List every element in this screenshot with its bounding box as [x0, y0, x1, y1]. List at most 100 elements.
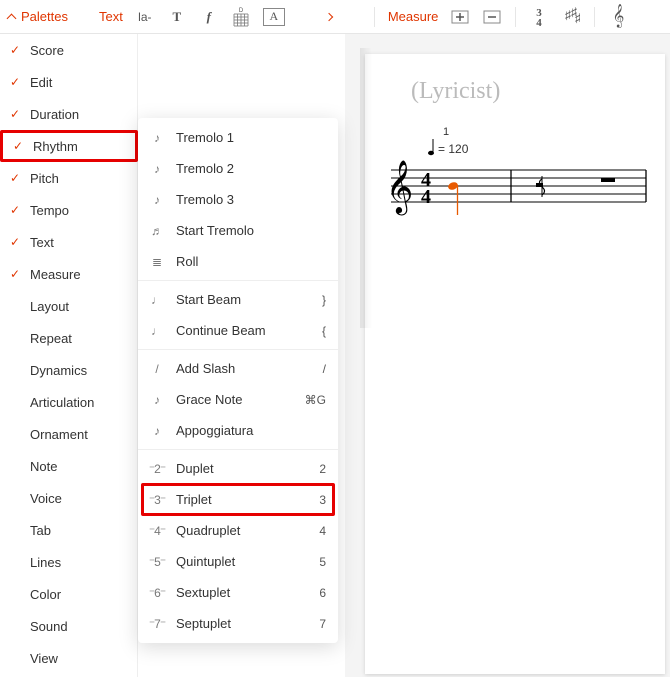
- sidebar-item-rhythm[interactable]: ✓Rhythm: [0, 130, 138, 162]
- submenu-item-tremolo-2[interactable]: ♪Tremolo 2: [138, 153, 338, 184]
- whole-rest: [601, 178, 615, 182]
- sidebar-item-layout[interactable]: Layout: [0, 290, 138, 322]
- submenu-item-label: Roll: [176, 254, 198, 269]
- tremolo-1-icon: ♪: [148, 129, 166, 147]
- score-page: (Lyricist) 1 = 120 𝄞 4 4: [365, 54, 665, 674]
- duplet-icon: ⁻2⁻: [148, 460, 166, 478]
- submenu-item-label: Tremolo 1: [176, 130, 234, 145]
- check-icon: ✓: [10, 107, 20, 121]
- shortcut-label: 2: [319, 462, 326, 476]
- staff[interactable]: 1 = 120 𝄞 4 4: [381, 115, 651, 235]
- sidebar-item-measure[interactable]: ✓Measure: [0, 258, 138, 290]
- check-icon: ✓: [10, 235, 20, 249]
- sidebar-item-text[interactable]: ✓Text: [0, 226, 138, 258]
- submenu-item-grace-note[interactable]: ♪Grace Note⌘G: [138, 384, 338, 415]
- submenu-item-label: Grace Note: [176, 392, 242, 407]
- submenu-item-roll[interactable]: ≣Roll: [138, 246, 338, 277]
- shortcut-label: ⌘G: [305, 393, 326, 407]
- sidebar-item-label: Tab: [30, 523, 51, 538]
- sidebar-item-label: Voice: [30, 491, 62, 506]
- submenu-item-tremolo-3[interactable]: ♪Tremolo 3: [138, 184, 338, 215]
- sidebar-item-view[interactable]: View: [0, 642, 138, 674]
- lyricist-placeholder[interactable]: (Lyricist): [411, 78, 649, 105]
- submenu-item-septuplet[interactable]: ⁻7⁻Septuplet7: [138, 608, 338, 639]
- shortcut-label: 5: [319, 555, 326, 569]
- sidebar-item-sound[interactable]: Sound: [0, 610, 138, 642]
- clef-button[interactable]: 𝄞: [605, 5, 631, 29]
- text-frame-button[interactable]: A: [260, 5, 288, 29]
- submenu-item-label: Triplet: [176, 492, 212, 507]
- time-signature-button[interactable]: 34: [526, 5, 552, 29]
- sidebar-item-label: Repeat: [30, 331, 72, 346]
- sidebar-item-label: Dynamics: [30, 363, 87, 378]
- chevron-up-icon: [7, 14, 17, 24]
- submenu-item-start-tremolo[interactable]: ♬Start Tremolo: [138, 215, 338, 246]
- septuplet-icon: ⁻7⁻: [148, 615, 166, 633]
- sidebar-item-articulation[interactable]: Articulation: [0, 386, 138, 418]
- sidebar-item-score[interactable]: ✓Score: [0, 34, 138, 66]
- submenu-item-quintuplet[interactable]: ⁻5⁻Quintuplet5: [138, 546, 338, 577]
- sidebar-item-lines[interactable]: Lines: [0, 546, 138, 578]
- key-signature-button[interactable]: ♯♯♯: [558, 5, 584, 29]
- dynamic-text-button[interactable]: f: [196, 5, 222, 29]
- treble-clef-icon: 𝄞: [386, 160, 413, 215]
- sidebar-item-label: Tempo: [30, 203, 69, 218]
- submenu-item-continue-beam[interactable]: ♩Continue Beam{: [138, 315, 338, 346]
- sidebar-item-dynamics[interactable]: Dynamics: [0, 354, 138, 386]
- selected-note[interactable]: [447, 181, 459, 215]
- submenu-item-sextuplet[interactable]: ⁻6⁻Sextuplet6: [138, 577, 338, 608]
- more-text-button[interactable]: [316, 5, 342, 29]
- submenu-item-start-beam[interactable]: ♩Start Beam}: [138, 284, 338, 315]
- remove-measure-button[interactable]: [479, 5, 505, 29]
- sidebar-item-label: View: [30, 651, 58, 666]
- toolbar: Palettes Text la- T f D A Measure 34: [0, 0, 670, 34]
- sidebar-item-tab[interactable]: Tab: [0, 514, 138, 546]
- sidebar-item-label: Sound: [30, 619, 68, 634]
- text-mode-button[interactable]: Text: [96, 5, 126, 29]
- sidebar-item-label: Note: [30, 459, 57, 474]
- sidebar-item-pitch[interactable]: ✓Pitch: [0, 162, 138, 194]
- svg-text:D: D: [239, 8, 244, 14]
- chevron-right-icon: [325, 12, 333, 20]
- shortcut-label: 3: [319, 493, 326, 507]
- add-slash-icon: /: [148, 360, 166, 378]
- submenu-item-label: Continue Beam: [176, 323, 266, 338]
- sextuplet-icon: ⁻6⁻: [148, 584, 166, 602]
- submenu-item-quadruplet[interactable]: ⁻4⁻Quadruplet4: [138, 515, 338, 546]
- submenu-item-label: Start Tremolo: [176, 223, 254, 238]
- submenu-divider: [138, 349, 338, 350]
- submenu-divider: [138, 449, 338, 450]
- palettes-toggle[interactable]: Palettes: [8, 9, 68, 24]
- submenu-item-appoggiatura[interactable]: ♪Appoggiatura: [138, 415, 338, 446]
- submenu-item-duplet[interactable]: ⁻2⁻ Duplet 2: [138, 453, 338, 484]
- timesig-bottom: 4: [421, 186, 431, 208]
- submenu-item-label: Duplet: [176, 461, 214, 476]
- submenu-item-tremolo-1[interactable]: ♪ Tremolo 1: [138, 122, 338, 153]
- lyrics-button[interactable]: la-: [132, 5, 158, 29]
- submenu-item-triplet[interactable]: ⁻3⁻Triplet3: [138, 484, 338, 515]
- sidebar-item-voice[interactable]: Voice: [0, 482, 138, 514]
- staff-text-button[interactable]: T: [164, 5, 190, 29]
- sidebar-item-label: Score: [30, 43, 64, 58]
- rhythm-submenu: ♪ Tremolo 1 ♪Tremolo 2♪Tremolo 3♬Start Tre…: [138, 118, 338, 643]
- sidebar-item-color[interactable]: Color: [0, 578, 138, 610]
- submenu-item-label: Sextuplet: [176, 585, 230, 600]
- sidebar-item-edit[interactable]: ✓Edit: [0, 66, 138, 98]
- add-measure-button[interactable]: [447, 5, 473, 29]
- shortcut-label: 4: [319, 524, 326, 538]
- measure-mode-button[interactable]: Measure: [385, 5, 442, 29]
- chord-diagram-button[interactable]: D: [228, 5, 254, 29]
- sidebar-item-duration[interactable]: ✓Duration: [0, 98, 138, 130]
- continue-beam-icon: ♩: [148, 322, 166, 340]
- sidebar-item-tempo[interactable]: ✓Tempo: [0, 194, 138, 226]
- sidebar-item-label: Pitch: [30, 171, 59, 186]
- toolbar-separator: [515, 7, 516, 27]
- sidebar-item-repeat[interactable]: Repeat: [0, 322, 138, 354]
- svg-text:4: 4: [537, 17, 543, 27]
- submenu-item-add-slash[interactable]: /Add Slash/: [138, 353, 338, 384]
- sidebar-item-ornament[interactable]: Ornament: [0, 418, 138, 450]
- submenu-item-label: Start Beam: [176, 292, 241, 307]
- sidebar-item-note[interactable]: Note: [0, 450, 138, 482]
- check-icon: ✓: [13, 139, 23, 153]
- score-canvas[interactable]: (Lyricist) 1 = 120 𝄞 4 4: [345, 34, 670, 677]
